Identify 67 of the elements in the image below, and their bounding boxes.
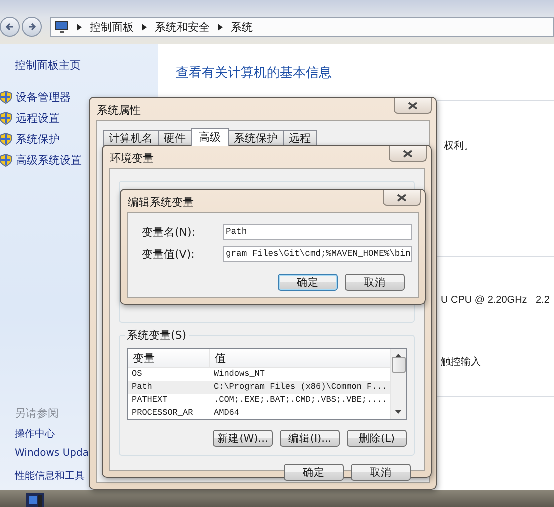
column-header[interactable]: 变量 <box>128 349 210 367</box>
shield-icon <box>0 154 12 167</box>
variable-value: AMD64 <box>213 407 241 419</box>
address-bar[interactable]: 控制面板 系统和安全 系统 <box>50 17 554 37</box>
column-header[interactable]: 值 <box>210 349 390 367</box>
variable-list[interactable]: 变量 值 OS Windows_NT Path C:\Program Files (x86)\Common F... PATHEXT .COM;.EXE;.BAT;.CMD;.VBS;.VBE;.... PROCESSOR_AR AMD64 <box>127 348 407 420</box>
tab[interactable]: 高级 <box>191 128 229 146</box>
sidebar-link[interactable]: 控制面板主页 <box>15 58 158 73</box>
variable-name: OS <box>131 368 144 381</box>
scrollbar[interactable] <box>390 349 406 419</box>
close-icon <box>408 102 418 110</box>
dialog-button[interactable]: 确定 <box>284 464 344 481</box>
window-title: 系统属性 <box>97 103 141 118</box>
dialog-button[interactable]: 取消 <box>345 274 405 291</box>
variable-name: PROCESSOR_AR <box>131 407 194 419</box>
breadcrumb-item[interactable]: 控制面板 <box>90 20 134 34</box>
list-row[interactable]: PROCESSOR_AR AMD64 <box>128 407 390 419</box>
dialog-button[interactable]: 取消 <box>351 464 411 481</box>
variable-name: PATHEXT <box>131 394 169 407</box>
tab[interactable]: 计算机名 <box>103 130 159 146</box>
shield-icon <box>0 112 12 125</box>
info-text: 权利。 <box>444 140 474 153</box>
list-row[interactable]: Path C:\Program Files (x86)\Common F... <box>128 381 390 394</box>
variable-value: .COM;.EXE;.BAT;.CMD;.VBS;.VBE;.... <box>213 394 388 407</box>
close-icon <box>397 194 407 202</box>
field-label: 变量名(N): <box>141 224 197 240</box>
left-arrow-icon <box>5 22 15 32</box>
shield-icon <box>0 91 12 104</box>
tab[interactable]: 硬件 <box>158 130 192 146</box>
close-button[interactable] <box>383 190 421 206</box>
close-button[interactable] <box>394 98 432 114</box>
info-text: U CPU @ 2.20GHz <box>441 295 528 306</box>
breadcrumb-arrow-icon[interactable] <box>77 24 82 30</box>
breadcrumb-arrow-icon[interactable] <box>218 24 223 30</box>
breadcrumb-item[interactable]: 系统 <box>231 20 253 34</box>
list-action-button[interactable]: 编辑(I)... <box>280 430 340 447</box>
scroll-thumb[interactable] <box>392 357 406 373</box>
tab[interactable]: 系统保护 <box>228 130 284 146</box>
close-button[interactable] <box>389 146 427 162</box>
variable-value: C:\Program Files (x86)\Common F... <box>213 381 388 394</box>
variable-value: Windows_NT <box>213 368 266 381</box>
window-title: 编辑系统变量 <box>128 195 194 210</box>
list-row[interactable]: OS Windows_NT <box>128 368 390 381</box>
input-field[interactable]: gram Files\Git\cmd;%MAVEN_HOME%\bin <box>223 246 412 262</box>
breadcrumb-arrow-icon[interactable] <box>142 24 147 30</box>
tab[interactable]: 远程 <box>283 130 317 146</box>
forward-button[interactable] <box>22 17 42 37</box>
back-button[interactable] <box>0 17 20 37</box>
variable-name: Path <box>131 381 154 394</box>
group-label: 系统变量(S) <box>125 328 189 343</box>
down-arrow-icon[interactable] <box>395 410 402 414</box>
field-label: 变量值(V): <box>141 246 196 262</box>
window-title: 环境变量 <box>110 151 154 166</box>
dialog-button[interactable]: 确定 <box>278 274 338 291</box>
computer-icon <box>55 20 69 34</box>
input-field[interactable]: Path <box>223 224 412 240</box>
close-icon <box>403 150 413 158</box>
shield-icon <box>0 133 12 146</box>
app-icon[interactable] <box>26 493 44 507</box>
list-action-button[interactable]: 删除(L) <box>347 430 407 447</box>
page-heading: 查看有关计算机的基本信息 <box>176 65 332 82</box>
info-text: 触控输入 <box>441 356 481 369</box>
info-text: 2.2 <box>536 295 550 306</box>
list-row[interactable]: PATHEXT .COM;.EXE;.BAT;.CMD;.VBS;.VBE;.... <box>128 394 390 407</box>
right-arrow-icon <box>27 22 37 32</box>
list-action-button[interactable]: 新建(W)... <box>213 430 273 447</box>
breadcrumb-item[interactable]: 系统和安全 <box>155 20 210 34</box>
